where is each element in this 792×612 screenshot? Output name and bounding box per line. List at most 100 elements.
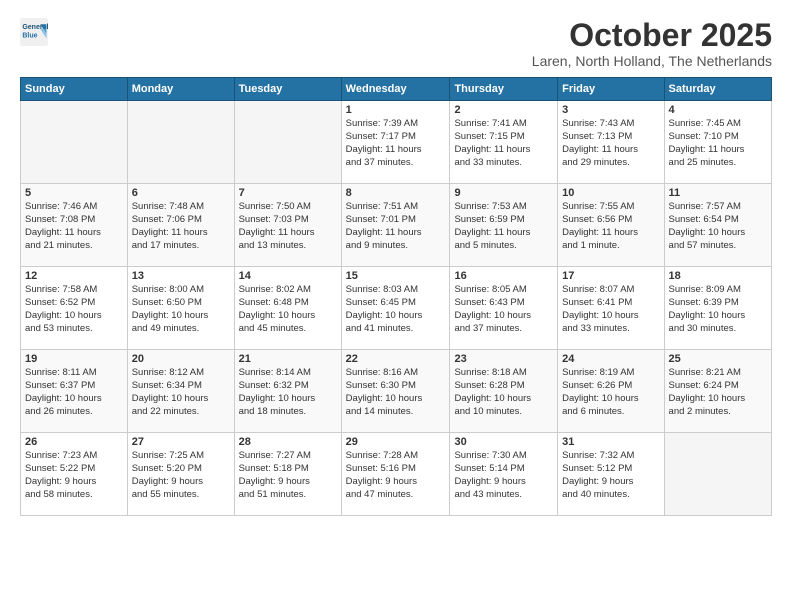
day-info-line: and 40 minutes. [562,489,659,502]
day-info-line: Daylight: 10 hours [454,393,553,406]
week-row-4: 19Sunrise: 8:11 AMSunset: 6:37 PMDayligh… [21,350,772,433]
day-info-line: Sunset: 7:01 PM [346,214,446,227]
day-info-line: Daylight: 9 hours [25,476,123,489]
day-number: 19 [25,353,123,365]
day-info-line: Sunrise: 7:51 AM [346,201,446,214]
day-info-line: and 25 minutes. [669,157,767,170]
day-info-line: Sunrise: 8:16 AM [346,367,446,380]
day-info-line: Sunset: 6:32 PM [239,380,337,393]
day-number: 31 [562,436,659,448]
calendar-cell-3-4: 15Sunrise: 8:03 AMSunset: 6:45 PMDayligh… [341,267,450,350]
calendar-cell-2-5: 9Sunrise: 7:53 AMSunset: 6:59 PMDaylight… [450,184,558,267]
day-number: 1 [346,104,446,116]
day-info-line: Sunset: 6:43 PM [454,297,553,310]
day-info-line: Sunset: 6:48 PM [239,297,337,310]
day-info-line: Sunrise: 8:03 AM [346,284,446,297]
header-thursday: Thursday [450,78,558,101]
day-info-line: Daylight: 10 hours [562,393,659,406]
day-number: 3 [562,104,659,116]
day-info-line: and 10 minutes. [454,406,553,419]
day-number: 13 [132,270,230,282]
day-number: 21 [239,353,337,365]
week-row-2: 5Sunrise: 7:46 AMSunset: 7:08 PMDaylight… [21,184,772,267]
day-info-line: and 33 minutes. [562,323,659,336]
day-info-line: Sunset: 5:20 PM [132,463,230,476]
day-info-line: Sunrise: 7:27 AM [239,450,337,463]
day-info-line: Daylight: 11 hours [562,144,659,157]
day-info-line: Sunrise: 7:46 AM [25,201,123,214]
day-number: 25 [669,353,767,365]
day-info-line: Sunrise: 8:00 AM [132,284,230,297]
day-info-line: and 55 minutes. [132,489,230,502]
day-info-line: and 58 minutes. [25,489,123,502]
day-info-line: Sunrise: 7:57 AM [669,201,767,214]
day-info-line: Sunrise: 7:39 AM [346,118,446,131]
day-info-line: Daylight: 10 hours [669,393,767,406]
day-info-line: Daylight: 10 hours [562,310,659,323]
day-info-line: Daylight: 9 hours [562,476,659,489]
header: General Blue October 2025 Laren, North H… [20,18,772,69]
day-info-line: Sunset: 7:17 PM [346,131,446,144]
day-number: 9 [454,187,553,199]
day-info-line: Daylight: 9 hours [454,476,553,489]
day-info-line: and 1 minute. [562,240,659,253]
day-info-line: Daylight: 10 hours [669,227,767,240]
day-info-line: Sunset: 6:28 PM [454,380,553,393]
day-info-line: and 47 minutes. [346,489,446,502]
day-number: 17 [562,270,659,282]
day-number: 10 [562,187,659,199]
calendar-cell-5-2: 27Sunrise: 7:25 AMSunset: 5:20 PMDayligh… [127,433,234,516]
day-info-line: Sunset: 6:45 PM [346,297,446,310]
day-info-line: and 17 minutes. [132,240,230,253]
day-number: 2 [454,104,553,116]
day-info-line: Sunrise: 7:55 AM [562,201,659,214]
day-info-line: Sunrise: 7:43 AM [562,118,659,131]
main-title: October 2025 [532,18,772,53]
day-info-line: and 26 minutes. [25,406,123,419]
week-row-3: 12Sunrise: 7:58 AMSunset: 6:52 PMDayligh… [21,267,772,350]
day-info-line: Sunrise: 7:32 AM [562,450,659,463]
calendar-cell-3-2: 13Sunrise: 8:00 AMSunset: 6:50 PMDayligh… [127,267,234,350]
day-info-line: Sunset: 7:13 PM [562,131,659,144]
day-info-line: and 13 minutes. [239,240,337,253]
header-monday: Monday [127,78,234,101]
calendar-cell-4-2: 20Sunrise: 8:12 AMSunset: 6:34 PMDayligh… [127,350,234,433]
calendar-cell-2-7: 11Sunrise: 7:57 AMSunset: 6:54 PMDayligh… [664,184,771,267]
day-number: 22 [346,353,446,365]
day-info-line: Daylight: 9 hours [346,476,446,489]
week-row-5: 26Sunrise: 7:23 AMSunset: 5:22 PMDayligh… [21,433,772,516]
day-info-line: Daylight: 11 hours [25,227,123,240]
calendar-cell-3-3: 14Sunrise: 8:02 AMSunset: 6:48 PMDayligh… [234,267,341,350]
day-info-line: Daylight: 10 hours [346,393,446,406]
day-info-line: Sunset: 5:22 PM [25,463,123,476]
day-info-line: and 18 minutes. [239,406,337,419]
calendar-cell-5-3: 28Sunrise: 7:27 AMSunset: 5:18 PMDayligh… [234,433,341,516]
day-info-line: Sunrise: 8:11 AM [25,367,123,380]
calendar-cell-4-5: 23Sunrise: 8:18 AMSunset: 6:28 PMDayligh… [450,350,558,433]
calendar-cell-1-2 [127,101,234,184]
day-info-line: Daylight: 11 hours [346,144,446,157]
day-info-line: Daylight: 10 hours [239,393,337,406]
day-info-line: Sunrise: 7:23 AM [25,450,123,463]
day-number: 23 [454,353,553,365]
day-number: 30 [454,436,553,448]
day-info-line: Daylight: 9 hours [239,476,337,489]
calendar-cell-1-4: 1 Sunrise: 7:39 AMSunset: 7:17 PMDaylight… [341,101,450,184]
day-number: 8 [346,187,446,199]
day-info-line: Sunrise: 7:50 AM [239,201,337,214]
day-info-line: and 37 minutes. [454,323,553,336]
day-info-line: Daylight: 10 hours [346,310,446,323]
day-info-line: Sunrise: 7:48 AM [132,201,230,214]
day-info-line: and 41 minutes. [346,323,446,336]
calendar-cell-2-1: 5Sunrise: 7:46 AMSunset: 7:08 PMDaylight… [21,184,128,267]
day-info-line: Sunrise: 7:41 AM [454,118,553,131]
calendar-cell-4-1: 19Sunrise: 8:11 AMSunset: 6:37 PMDayligh… [21,350,128,433]
day-number: 29 [346,436,446,448]
page: General Blue October 2025 Laren, North H… [0,0,792,526]
day-info-line: Sunrise: 7:45 AM [669,118,767,131]
day-info-line: Sunset: 7:08 PM [25,214,123,227]
day-info-line: Sunrise: 8:02 AM [239,284,337,297]
day-number: 16 [454,270,553,282]
calendar-cell-1-7: 4Sunrise: 7:45 AMSunset: 7:10 PMDaylight… [664,101,771,184]
day-info-line: Sunset: 6:52 PM [25,297,123,310]
